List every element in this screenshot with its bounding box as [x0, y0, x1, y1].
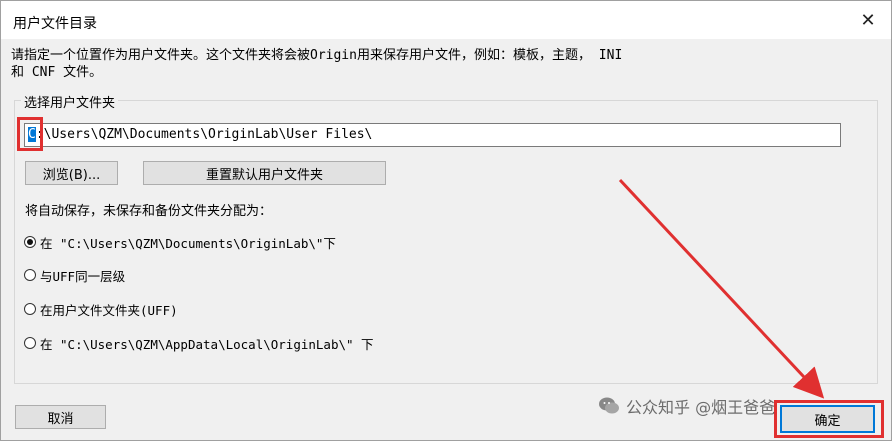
autosave-label: 将自动保存，未保存和备份文件夹分配为：: [25, 204, 273, 219]
radio-option-appdata[interactable]: 在 "C:\Users\QZM\AppData\Local\OriginLab\…: [24, 334, 374, 352]
path-rest: :\Users\QZM\Documents\OriginLab\User Fil…: [35, 127, 373, 142]
annotation-highlight-drive-letter: [17, 117, 43, 151]
reset-default-folder-button[interactable]: 重置默认用户文件夹: [143, 161, 386, 185]
radio-option-label: 在 "C:\Users\QZM\Documents\OriginLab\"下: [40, 235, 336, 251]
window-title: 用户文件目录: [13, 16, 97, 32]
close-button[interactable]: ✕: [845, 1, 891, 39]
radio-button-icon: [24, 303, 36, 315]
wechat-icon: [599, 397, 619, 414]
radio-option-label: 与UFF同一层级: [40, 268, 126, 284]
radio-option-label: 在 "C:\Users\QZM\AppData\Local\OriginLab\…: [40, 336, 374, 352]
radio-option-in-uff[interactable]: 在用户文件文件夹(UFF): [24, 300, 178, 318]
cancel-button[interactable]: 取消: [15, 405, 106, 429]
description-text: 请指定一个位置作为用户文件夹。这个文件夹将会被Origin用来保存用户文件，例如…: [11, 48, 623, 80]
radio-option-documents[interactable]: 在 "C:\Users\QZM\Documents\OriginLab\"下: [24, 233, 336, 251]
radio-button-icon: [24, 337, 36, 349]
user-folder-path-input[interactable]: C:\Users\QZM\Documents\OriginLab\User Fi…: [24, 123, 841, 147]
annotation-highlight-ok-button: [774, 400, 884, 438]
radio-button-icon: [24, 269, 36, 281]
watermark-text: 公众知乎 @烟王爸爸: [626, 398, 776, 417]
radio-option-same-level-uff[interactable]: 与UFF同一层级: [24, 266, 125, 284]
close-icon: ✕: [860, 9, 876, 31]
watermark: 公众知乎 @烟王爸爸: [598, 394, 775, 418]
browse-button[interactable]: 浏览(B)...: [25, 161, 118, 185]
group-legend: 选择用户文件夹: [21, 92, 119, 111]
title-bar: 用户文件目录 ✕: [1, 1, 891, 39]
radio-option-label: 在用户文件文件夹(UFF): [40, 302, 178, 318]
radio-button-icon: [24, 236, 36, 248]
